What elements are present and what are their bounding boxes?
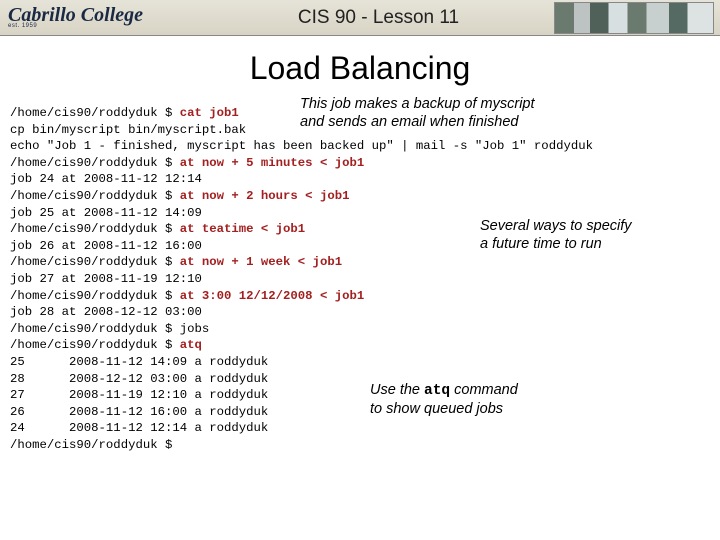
prompt: /home/cis90/roddyduk $ — [10, 438, 180, 452]
prompt: /home/cis90/roddyduk $ — [10, 189, 180, 203]
slide-title: Load Balancing — [0, 50, 720, 87]
annotation-line: to show queued jobs — [370, 401, 503, 417]
command: at now + 5 minutes < job1 — [180, 156, 364, 170]
annotation-line: command — [450, 382, 518, 398]
atq-row: 25 2008-11-12 14:09 a roddyduk — [10, 355, 268, 369]
terminal-line: echo "Job 1 - finished, myscript has bee… — [10, 139, 593, 153]
command: atq — [180, 338, 202, 352]
terminal-line: job 28 at 2008-12-12 03:00 — [10, 305, 202, 319]
atq-row: 28 2008-12-12 03:00 a roddyduk — [10, 372, 268, 386]
prompt: /home/cis90/roddyduk $ — [10, 106, 180, 120]
annotation-line: a future time to run — [480, 236, 602, 252]
terminal-line: /home/cis90/roddyduk $ jobs — [10, 322, 209, 336]
annotation-atq: Use the atq command to show queued jobs — [370, 381, 518, 418]
annotation-time-spec: Several ways to specify a future time to… — [480, 217, 632, 253]
terminal-area: This job makes a backup of myscript and … — [0, 105, 720, 453]
command: at 3:00 12/12/2008 < job1 — [180, 289, 364, 303]
prompt: /home/cis90/roddyduk $ — [10, 289, 180, 303]
atq-row: 26 2008-11-12 16:00 a roddyduk — [10, 405, 268, 419]
prompt: /home/cis90/roddyduk $ — [10, 156, 180, 170]
prompt: /home/cis90/roddyduk $ — [10, 222, 180, 236]
terminal-output: /home/cis90/roddyduk $ cat job1 cp bin/m… — [10, 105, 720, 453]
terminal-line: job 26 at 2008-11-12 16:00 — [10, 239, 202, 253]
atq-row: 24 2008-11-12 12:14 a roddyduk — [10, 421, 268, 435]
annotation-line: Several ways to specify — [480, 218, 632, 234]
prompt: /home/cis90/roddyduk $ — [10, 255, 180, 269]
annotation-line: This job makes a backup of myscript — [300, 96, 535, 112]
annotation-line: Use the — [370, 382, 424, 398]
terminal-line: job 25 at 2008-11-12 14:09 — [10, 206, 202, 220]
command: at teatime < job1 — [180, 222, 305, 236]
logo-text: Cabrillo College — [8, 7, 143, 23]
command: at now + 1 week < job1 — [180, 255, 342, 269]
command: cat job1 — [180, 106, 239, 120]
prompt: /home/cis90/roddyduk $ — [10, 338, 180, 352]
annotation-line: and sends an email when finished — [300, 114, 518, 130]
terminal-line: cp bin/myscript bin/myscript.bak — [10, 123, 246, 137]
annotation-backup: This job makes a backup of myscript and … — [300, 95, 535, 131]
terminal-line: job 24 at 2008-11-12 12:14 — [10, 172, 202, 186]
slide-header: Cabrillo College est. 1959 CIS 90 - Less… — [0, 0, 720, 36]
college-logo: Cabrillo College est. 1959 — [0, 0, 157, 36]
header-photo — [554, 2, 714, 34]
command: at now + 2 hours < job1 — [180, 189, 350, 203]
terminal-line: job 27 at 2008-11-19 12:10 — [10, 272, 202, 286]
atq-row: 27 2008-11-19 12:10 a roddyduk — [10, 388, 268, 402]
annotation-code: atq — [424, 383, 450, 399]
